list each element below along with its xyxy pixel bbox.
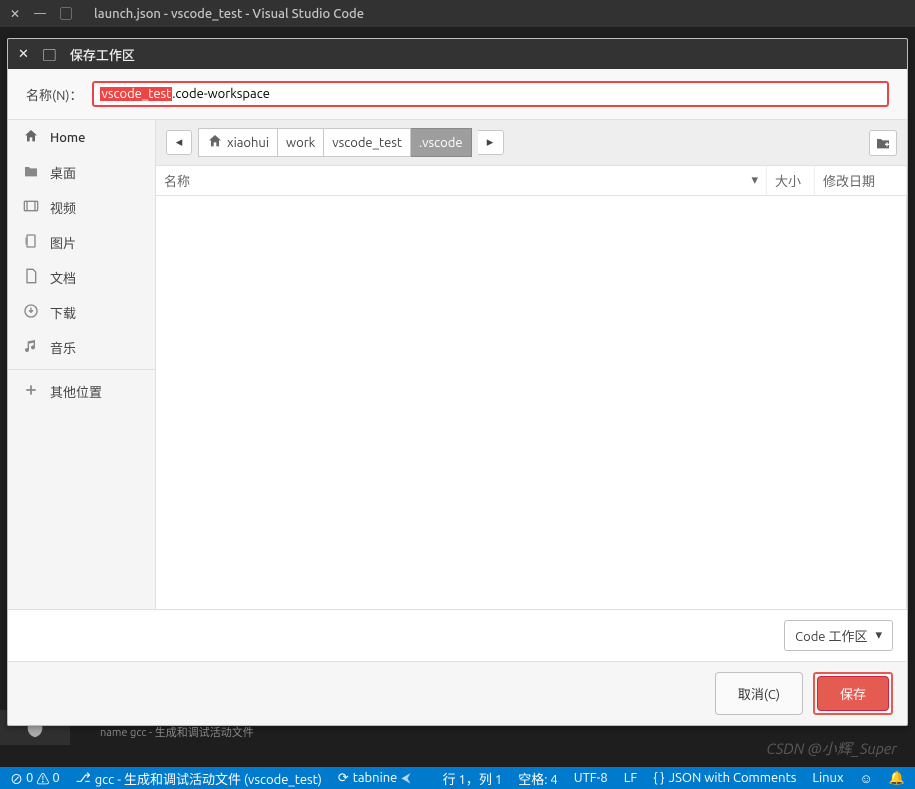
filename-input[interactable]: vscode_test.code-workspace <box>92 81 889 107</box>
home-icon <box>207 133 223 152</box>
sidebar-item-下载[interactable]: 下载 <box>8 295 155 330</box>
status-bell[interactable]: 🔔 <box>883 771 911 786</box>
image-icon <box>22 233 40 252</box>
dialog-close-icon[interactable]: ✕ <box>18 47 29 62</box>
column-date[interactable]: 修改日期 <box>815 166 907 195</box>
sidebar-item-label: 音乐 <box>50 338 76 357</box>
sidebar-item-图片[interactable]: 图片 <box>8 225 155 260</box>
status-cursor-position[interactable]: 行 1，列 1 <box>437 769 509 788</box>
filename-label: 名称(N)： <box>26 85 82 104</box>
plus-icon <box>22 383 40 400</box>
window-title: launch.json - vscode_test - Visual Studi… <box>94 7 364 21</box>
status-eol[interactable]: LF <box>618 771 643 785</box>
editor-line-behind: name gcc - 生成和调试活动文件 <box>100 724 254 740</box>
sidebar-item-label: 下载 <box>50 303 76 322</box>
music-icon <box>22 338 40 357</box>
save-button-highlight: 保存 <box>813 672 893 715</box>
browser-main: ◂ xiaohuiworkvscode_test.vscode ▸ 名称 ▾ 大… <box>156 120 907 609</box>
file-list-body[interactable] <box>156 196 907 609</box>
home-icon <box>22 128 40 147</box>
filename-rest-part: .code-workspace <box>172 87 270 101</box>
dialog-title: 保存工作区 <box>70 45 135 64</box>
chevron-left-icon: ⮜ <box>401 771 410 786</box>
status-encoding[interactable]: UTF-8 <box>568 771 614 785</box>
status-bar: ⊘0 ⚠0 ⎇ gcc - 生成和调试活动文件 (vscode_test) ⟳ … <box>0 767 915 789</box>
status-problems[interactable]: ⊘0 ⚠0 <box>4 769 66 788</box>
sidebar-item-label: 桌面 <box>50 163 76 182</box>
braces-icon: { } <box>653 771 664 785</box>
document-icon <box>22 268 40 287</box>
maximize-icon[interactable]: ▢ <box>60 5 72 22</box>
error-icon: ⊘ <box>10 769 23 788</box>
close-icon[interactable]: ✕ <box>10 7 20 21</box>
path-forward-button[interactable]: ▸ <box>478 130 504 155</box>
minimize-icon[interactable]: — <box>34 7 46 20</box>
branch-icon: ⎇ <box>76 771 91 786</box>
watermark: CSDN @小辉_Super <box>766 738 897 759</box>
folder-icon <box>22 164 40 181</box>
warning-icon: ⚠ <box>36 769 49 788</box>
sidebar-item-视频[interactable]: 视频 <box>8 190 155 225</box>
status-feedback[interactable]: ☺ <box>854 771 879 786</box>
sort-indicator-icon: ▾ <box>751 173 758 188</box>
save-workspace-dialog: ✕ ▢ 保存工作区 名称(N)： vscode_test.code-worksp… <box>7 38 908 726</box>
filter-row: Code 工作区 ▾ <box>8 609 907 661</box>
sidebar-item-其他位置[interactable]: 其他位置 <box>8 369 155 409</box>
status-build-task[interactable]: ⎇ gcc - 生成和调试活动文件 (vscode_test) <box>70 769 328 788</box>
window-titlebar: ✕ — ▢ launch.json - vscode_test - Visual… <box>0 0 915 27</box>
dialog-maximize-icon[interactable]: ▢ <box>43 45 56 64</box>
sidebar-item-桌面[interactable]: 桌面 <box>8 155 155 190</box>
status-language[interactable]: { } JSON with Comments <box>647 771 802 785</box>
chevron-down-icon: ▾ <box>875 628 882 643</box>
places-sidebar: Home 桌面视频图片文档下载音乐其他位置 <box>8 120 156 609</box>
tabnine-icon: ⟳ <box>338 771 349 786</box>
path-bar: ◂ xiaohuiworkvscode_test.vscode ▸ <box>156 120 907 166</box>
sidebar-item-label: 其他位置 <box>50 382 102 401</box>
file-browser: Home 桌面视频图片文档下载音乐其他位置 ◂ xiaohuiworkvscode… <box>8 120 907 609</box>
path-segment-vscode_test[interactable]: vscode_test <box>324 128 411 157</box>
sidebar-item-label: 文档 <box>50 268 76 287</box>
path-segment-work[interactable]: work <box>278 128 324 157</box>
file-list-header: 名称 ▾ 大小 修改日期 <box>156 166 907 196</box>
cancel-button[interactable]: 取消(C) <box>715 672 803 715</box>
create-folder-button[interactable] <box>869 130 897 156</box>
sidebar-item-文档[interactable]: 文档 <box>8 260 155 295</box>
sidebar-item-home[interactable]: Home <box>8 120 155 155</box>
path-back-button[interactable]: ◂ <box>166 130 192 155</box>
save-button[interactable]: 保存 <box>817 676 889 711</box>
filename-selected-part: vscode_test <box>100 87 172 101</box>
filename-row: 名称(N)： vscode_test.code-workspace <box>8 69 907 120</box>
video-icon <box>22 199 40 216</box>
path-segment-xiaohui[interactable]: xiaohui <box>198 128 278 157</box>
sidebar-item-label: 图片 <box>50 233 76 252</box>
status-indent[interactable]: 空格: 4 <box>512 769 564 788</box>
bell-icon: 🔔 <box>889 771 905 786</box>
status-tabnine[interactable]: ⟳ tabnine ⮜ <box>332 771 417 786</box>
file-type-filter[interactable]: Code 工作区 ▾ <box>784 620 893 651</box>
column-size[interactable]: 大小 <box>767 166 815 195</box>
column-name[interactable]: 名称 ▾ <box>156 166 767 195</box>
download-icon <box>22 303 40 322</box>
dialog-actions: 取消(C) 保存 <box>8 661 907 725</box>
sidebar-item-label: Home <box>50 131 85 145</box>
sidebar-item-label: 视频 <box>50 198 76 217</box>
status-os[interactable]: Linux <box>806 771 849 785</box>
feedback-icon: ☺ <box>860 771 873 786</box>
dialog-titlebar: ✕ ▢ 保存工作区 <box>8 39 907 69</box>
path-segment-.vscode[interactable]: .vscode <box>411 128 472 157</box>
sidebar-item-音乐[interactable]: 音乐 <box>8 330 155 365</box>
